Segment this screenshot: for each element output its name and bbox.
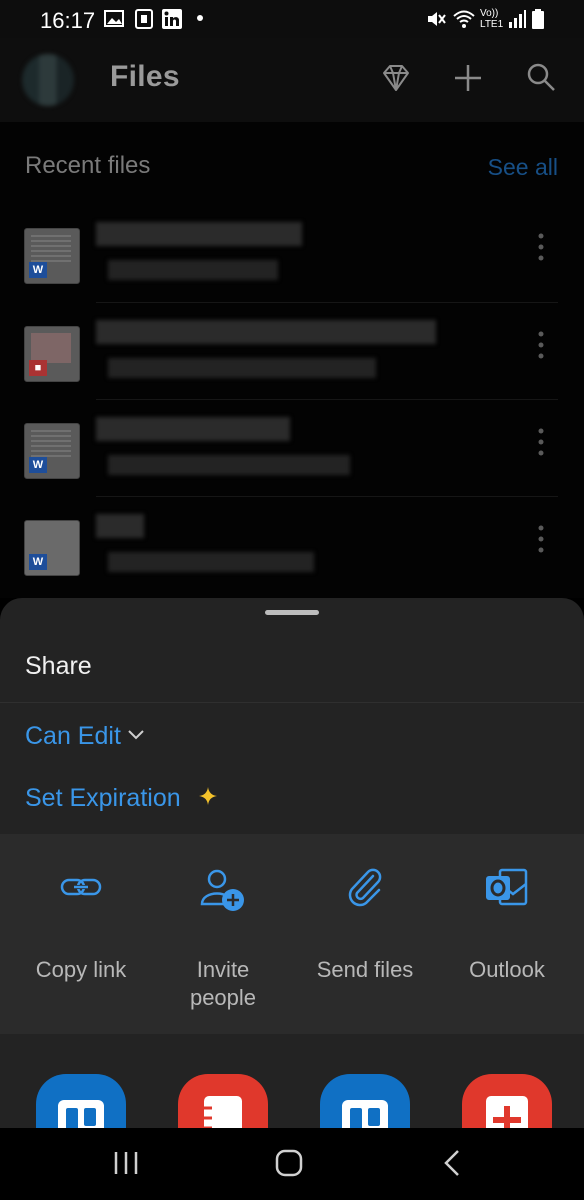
file-thumbnail: W (24, 423, 80, 479)
sim-icon (135, 9, 153, 29)
status-time: 16:17 (40, 8, 96, 33)
file-thumbnail: ■ (24, 326, 80, 382)
redacted-meta (108, 552, 314, 572)
notification-dot-icon (197, 15, 203, 21)
list-item[interactable]: W (0, 512, 584, 609)
action-label: Invite people (189, 957, 257, 1010)
more-options-icon[interactable] (538, 232, 544, 262)
recent-files-section: Recent files See all W ■ W W (0, 122, 584, 598)
app-red-icon[interactable] (178, 1074, 268, 1128)
invite-people-icon (200, 869, 244, 911)
page-title: Files (110, 60, 180, 93)
see-all-link[interactable]: See all (488, 154, 558, 181)
word-icon: W (29, 457, 47, 473)
wifi-icon (453, 10, 475, 28)
redacted-filename (96, 320, 436, 344)
redacted-filename (96, 417, 290, 441)
mute-icon (428, 12, 446, 26)
redacted-filename (96, 222, 302, 246)
redacted-filename (96, 514, 144, 538)
set-expiration-button[interactable]: Set Expiration (25, 784, 181, 813)
status-bar: 16:17 Vo)) LTE1 (0, 0, 584, 38)
share-actions: Copy link Invite people Send files Outlo… (0, 834, 584, 1034)
redacted-meta (108, 455, 350, 475)
more-options-icon[interactable] (538, 330, 544, 360)
trello-icon[interactable] (320, 1074, 410, 1128)
word-icon: W (29, 262, 47, 278)
permission-dropdown[interactable]: Can Edit (25, 722, 121, 751)
chevron-down-icon[interactable] (127, 729, 145, 741)
divider (96, 302, 558, 303)
divider (96, 399, 558, 400)
copy-link-button[interactable]: Copy link (8, 834, 154, 1034)
more-options-icon[interactable] (538, 427, 544, 457)
action-label: Send files (316, 957, 414, 982)
linkedin-icon (162, 9, 182, 29)
trello-icon[interactable] (36, 1074, 126, 1128)
app-red-plus-icon[interactable] (462, 1074, 552, 1128)
redacted-meta (108, 260, 278, 280)
outlook-icon (486, 868, 528, 906)
outlook-button[interactable]: Outlook (434, 834, 580, 1034)
back-icon[interactable] (440, 1148, 464, 1178)
file-thumbnail: W (24, 520, 80, 576)
paperclip-icon (348, 868, 382, 907)
battery-icon (532, 9, 544, 29)
premium-diamond-icon[interactable] (380, 62, 412, 94)
share-apps-row (0, 1034, 584, 1128)
file-thumbnail: W (24, 228, 80, 284)
action-label: Copy link (35, 957, 127, 982)
document-icon: ■ (29, 360, 47, 376)
list-item[interactable]: ■ (0, 318, 584, 415)
search-icon[interactable] (526, 62, 556, 92)
list-item[interactable]: W (0, 415, 584, 512)
word-icon: W (29, 554, 47, 570)
app-bar: Files (0, 38, 584, 122)
more-options-icon[interactable] (538, 524, 544, 554)
action-label: Outlook (469, 957, 545, 982)
home-icon[interactable] (274, 1148, 304, 1178)
sheet-drag-handle[interactable] (265, 610, 319, 615)
signal-icon (509, 10, 526, 28)
avatar[interactable] (22, 54, 74, 106)
share-sheet: Share Can Edit Set Expiration Copy link … (0, 598, 584, 1128)
recent-apps-icon[interactable] (112, 1148, 140, 1178)
redacted-meta (108, 358, 376, 378)
divider (0, 702, 584, 703)
network-label: Vo)) LTE1 (480, 8, 504, 30)
gallery-icon (104, 10, 124, 27)
sheet-title: Share (25, 652, 92, 680)
sparkle-icon (199, 787, 217, 805)
invite-people-button[interactable]: Invite people (150, 834, 296, 1034)
system-nav-bar (0, 1128, 584, 1200)
recent-files-heading: Recent files (25, 152, 151, 179)
send-files-button[interactable]: Send files (292, 834, 438, 1034)
add-icon[interactable] (452, 62, 484, 94)
link-icon (60, 878, 102, 896)
divider (96, 496, 558, 497)
